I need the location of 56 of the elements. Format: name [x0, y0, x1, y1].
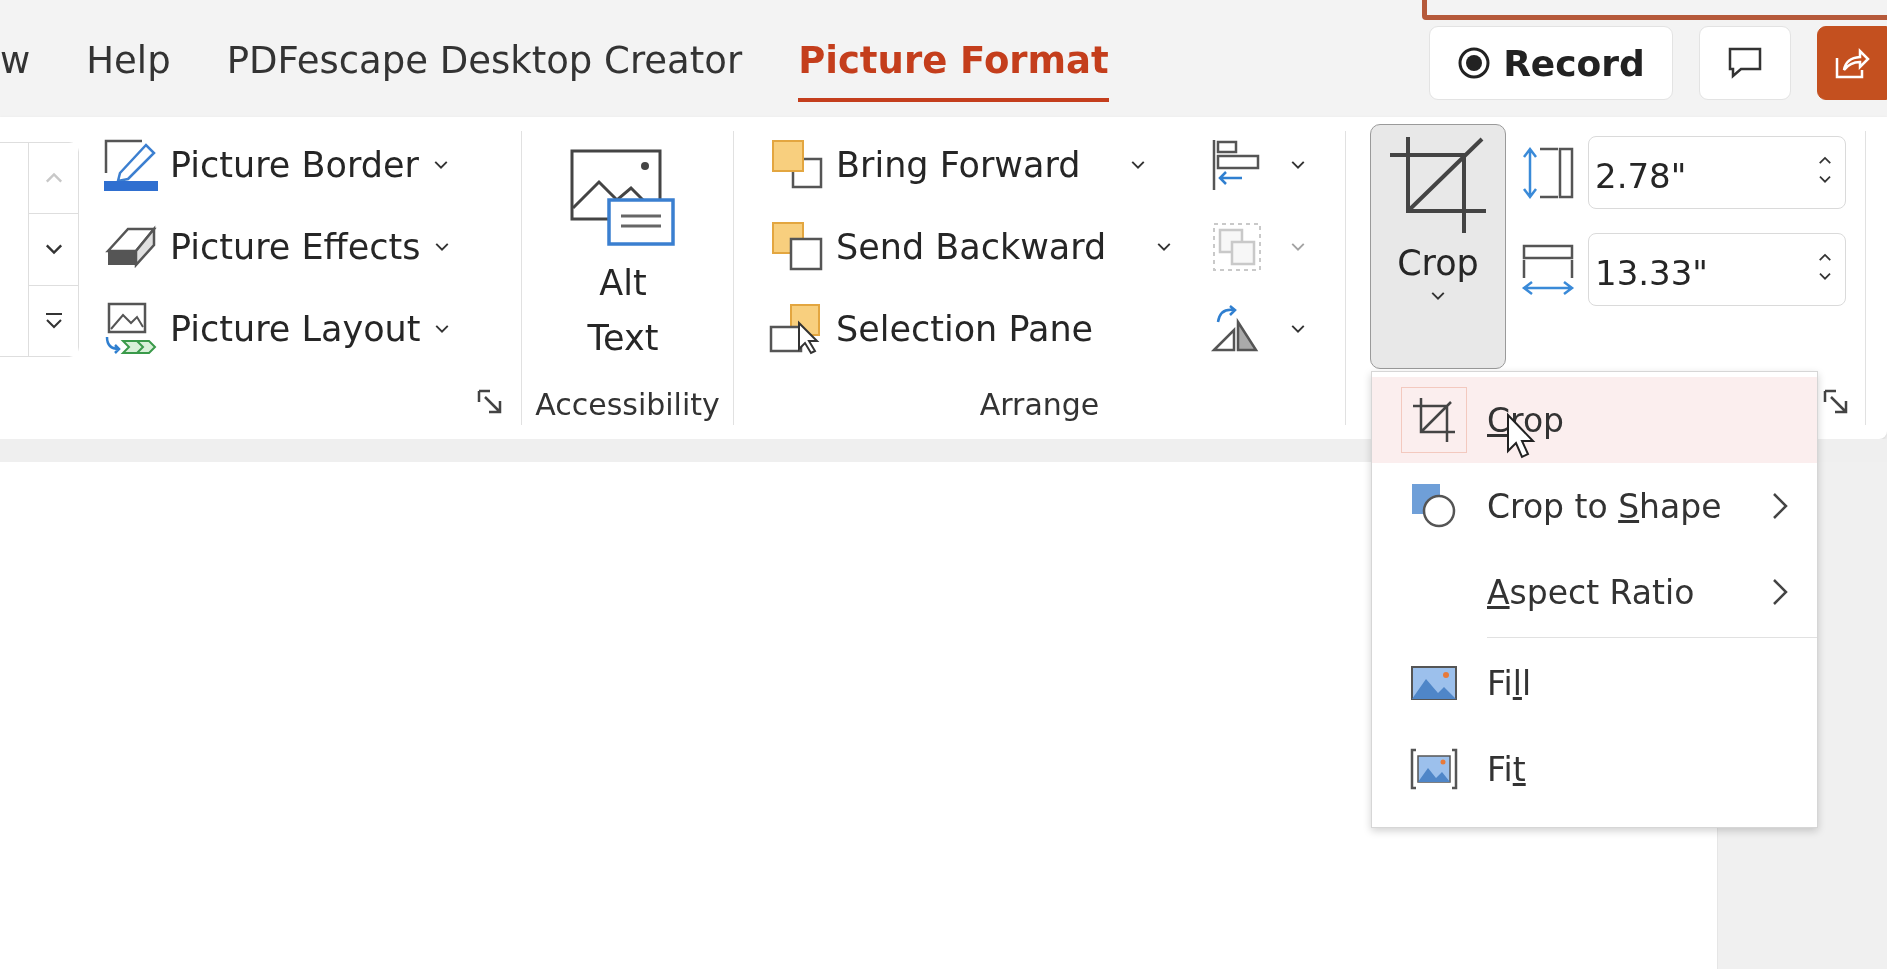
comment-icon — [1727, 46, 1763, 80]
chevron-right-icon — [1771, 491, 1789, 521]
ribbon-menu-button[interactable]: Picture Border — [102, 124, 451, 206]
crop-icon — [1388, 135, 1488, 235]
chevron-down-icon — [1130, 160, 1147, 170]
picture-fit-icon — [1410, 748, 1458, 790]
chevron-right-icon — [1771, 577, 1789, 607]
ribbon-menu-button[interactable]: Picture Effects — [102, 206, 451, 288]
spin-up-icon — [1818, 253, 1832, 262]
alt-text-icon — [569, 148, 677, 248]
ribbon-menu-button[interactable]: Bring Forward — [768, 124, 1210, 206]
dialog-launcher-icon — [1822, 388, 1850, 416]
picture-fill-icon — [1410, 663, 1458, 703]
ribbon-menu-button[interactable]: Picture Layout — [102, 288, 451, 370]
ribbon-tab[interactable]: Help — [86, 38, 171, 102]
ribbon-tab[interactable]: w — [0, 38, 31, 102]
share-icon — [1834, 46, 1870, 80]
more-icon — [43, 310, 64, 331]
chevron-down-icon — [434, 324, 451, 334]
record-button[interactable]: Record — [1429, 26, 1673, 100]
chevron-down-icon — [432, 160, 449, 170]
chevron-down-icon — [1290, 242, 1306, 252]
comments-button[interactable] — [1699, 26, 1791, 100]
chevron-down-icon — [434, 242, 451, 252]
chevron-down-icon — [1430, 291, 1446, 301]
chevron-down-icon — [1818, 175, 1832, 184]
share-button[interactable] — [1817, 26, 1887, 100]
chevron-up-icon — [43, 172, 64, 185]
width-field[interactable]: 13.33" — [1588, 233, 1846, 306]
menu-item[interactable]: Aspect Ratio — [1372, 549, 1817, 635]
menu-item[interactable]: Crop to Shape — [1372, 463, 1817, 549]
chevron-down-icon — [1290, 160, 1306, 170]
group-objects-icon — [1210, 220, 1264, 274]
eraser-block-icon — [104, 225, 158, 269]
ribbon-menu-button[interactable]: Selection Pane — [768, 288, 1210, 370]
group-label: Arrange — [979, 387, 1100, 422]
ribbon-tab[interactable]: Picture Format — [798, 38, 1109, 102]
dialog-launcher-icon — [476, 388, 504, 416]
pencil-border-icon — [102, 137, 160, 193]
chevron-down-icon — [1156, 242, 1173, 252]
crop-icon — [1411, 396, 1457, 444]
crop-to-shape-icon — [1410, 482, 1458, 530]
ribbon-tab[interactable]: PDFescape Desktop Creator — [226, 38, 743, 102]
chevron-down-icon — [43, 243, 64, 256]
menu-item[interactable]: Fill — [1372, 640, 1817, 726]
record-icon — [1457, 46, 1492, 80]
menu-item[interactable]: Fit — [1372, 726, 1817, 812]
spin-up-icon — [1818, 156, 1832, 165]
chevron-down-icon — [1818, 272, 1832, 281]
alt-text-button[interactable]: Alt Text — [568, 148, 678, 368]
picture-layout-icon — [103, 301, 159, 357]
ribbon-menu-button[interactable]: Send Backward — [768, 206, 1210, 288]
height-field[interactable]: 2.78" — [1588, 136, 1846, 209]
crop-button[interactable]: Crop — [1370, 124, 1506, 369]
group-label: Accessibility — [535, 387, 720, 422]
chevron-down-icon — [1290, 324, 1306, 334]
